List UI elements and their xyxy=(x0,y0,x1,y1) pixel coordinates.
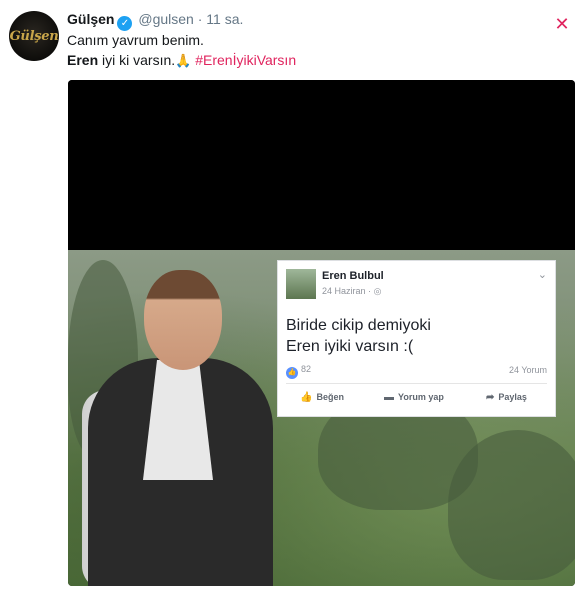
close-icon[interactable]: ✕ xyxy=(552,14,572,34)
media-black-area xyxy=(68,80,575,250)
hashtag-link[interactable]: #ErenİyikiVarsın xyxy=(195,52,296,68)
fb-like-number: 82 xyxy=(301,364,312,374)
fb-comment-label: Yorum yap xyxy=(398,392,444,402)
like-icon: 👍 xyxy=(286,367,298,379)
fb-post-text-line1: Biride cikip demiyoki xyxy=(286,317,431,334)
separator-dot: · xyxy=(197,11,203,27)
fb-like-action: 👍 Beğen xyxy=(300,392,344,403)
fb-share-action: ➦ Paylaş xyxy=(486,392,527,403)
comment-icon: ▬ xyxy=(384,392,394,403)
tweet-text-body: iyi ki varsın. xyxy=(102,52,176,68)
praying-hands-icon: 🙏 xyxy=(175,53,192,68)
chevron-down-icon: ⌄ xyxy=(537,269,547,281)
author-avatar[interactable]: Gülşen xyxy=(9,11,59,61)
author-name[interactable]: Gülşen xyxy=(67,11,114,27)
tweet-timestamp[interactable]: 11 sa. xyxy=(206,11,243,27)
fb-like-label: Beğen xyxy=(316,392,344,402)
avatar-logo-text: Gülşen xyxy=(9,28,59,44)
background-tree xyxy=(448,430,575,580)
author-handle[interactable]: @gulsen xyxy=(138,11,193,27)
tweet-bold-name: Eren xyxy=(67,52,99,68)
fb-meta-separator: · xyxy=(368,286,372,296)
thumbs-up-icon: 👍 xyxy=(300,392,313,403)
fb-post-meta: 24 Haziran · ◎ xyxy=(322,286,381,297)
fb-post-date: 24 Haziran xyxy=(322,286,366,296)
fb-post-text-line2: Eren iyiki varsın :( xyxy=(286,338,414,355)
facebook-post-card: Eren Bulbul 24 Haziran · ◎ ⌄ Biride ciki… xyxy=(277,260,556,417)
fb-author-name: Eren Bulbul xyxy=(322,270,384,282)
fb-share-label: Paylaş xyxy=(498,392,527,402)
fb-like-count: 👍 82 xyxy=(286,364,311,379)
tweet-text-line2: Eren iyi ki varsın.🙏 #ErenİyikiVarsın xyxy=(67,52,296,69)
fb-divider xyxy=(286,383,547,384)
globe-icon: ◎ xyxy=(373,286,382,296)
share-icon: ➦ xyxy=(486,392,495,403)
fb-author-avatar xyxy=(286,269,316,299)
tweet-header: Gülşen ✓ @gulsen · 11 sa. xyxy=(67,11,243,31)
fb-comment-count: 24 Yorum xyxy=(508,365,547,375)
tweet-text-line1: Canım yavrum benim. xyxy=(67,32,204,48)
person-head xyxy=(144,270,222,370)
verified-badge-icon: ✓ xyxy=(117,16,133,31)
fb-comment-action: ▬ Yorum yap xyxy=(384,392,444,403)
fb-post-text: Biride cikip demiyoki Eren iyiki varsın … xyxy=(286,315,431,357)
